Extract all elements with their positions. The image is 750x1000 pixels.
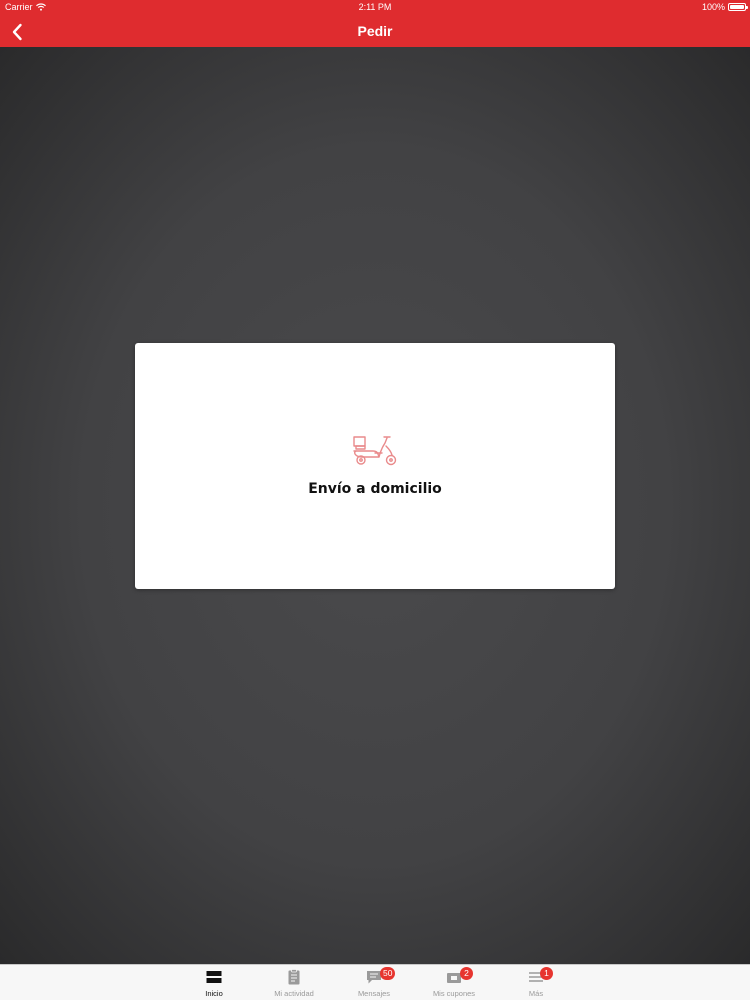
tab-label: Más [528,989,544,998]
nav-bar: Pedir [0,16,750,47]
status-time: 2:11 PM [358,2,392,12]
tab-badge: 50 [380,967,396,980]
battery-icon [728,3,748,11]
tab-inicio[interactable]: Inicio [174,965,254,1000]
clipboard-icon [288,969,300,985]
tab-label: Inicio [205,989,223,998]
tab-label: Mis cupones [432,989,476,998]
tab-label: Mensajes [357,989,391,998]
page-title: Pedir [357,23,393,39]
home-delivery-card[interactable]: Envío a domicilio [135,343,615,589]
tab-mensajes[interactable]: 50 Mensajes [334,965,414,1000]
card-label: Envío a domicilio [308,481,442,497]
tab-bar: Inicio Mi actividad 50 Mensajes 2 Mis cu… [0,964,750,1000]
tab-badge: 2 [460,967,473,980]
tab-label: Mi actividad [274,989,314,998]
battery-fill [730,5,744,9]
tab-mi-actividad[interactable]: Mi actividad [254,965,334,1000]
main-content: Envío a domicilio [0,47,750,964]
tab-mas[interactable]: 1 Más [496,965,576,1000]
status-right: 100% [701,2,748,12]
tab-badge: 1 [540,967,553,980]
status-bar: Carrier 2:11 PM 100% [0,0,750,16]
battery-percent: 100% [701,2,725,12]
scooter-icon [353,436,397,466]
home-icon [206,971,222,983]
tab-mis-cupones[interactable]: 2 Mis cupones [414,965,494,1000]
